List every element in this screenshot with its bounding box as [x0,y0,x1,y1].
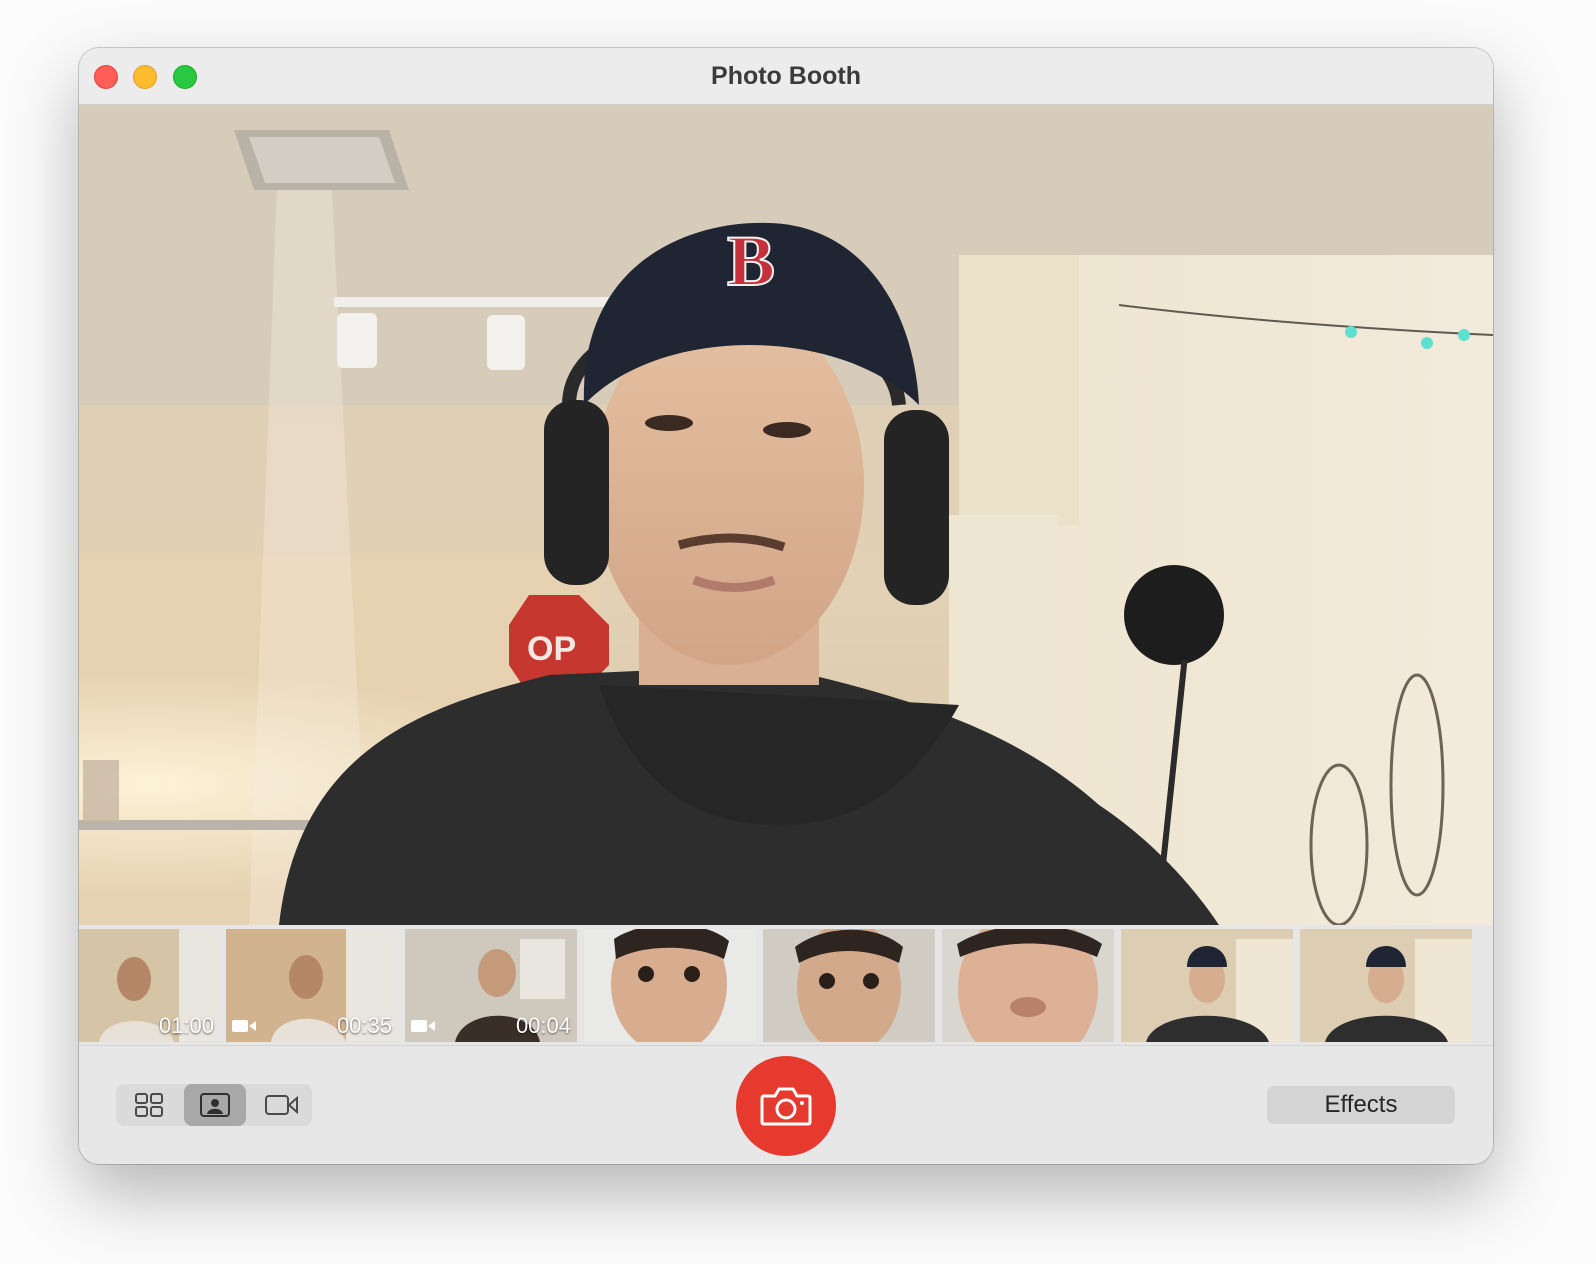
video-mode-button[interactable] [250,1084,312,1126]
camera-preview: OP B [79,105,1493,925]
camera-preview-image: OP B [79,105,1493,925]
four-up-grid-icon [135,1093,163,1117]
photo-booth-window: Photo Booth OP B 01:00 00:35 00:04 Effec… [79,48,1493,1164]
stop-sign-text: OP [527,630,576,668]
window-title: Photo Booth [711,62,861,90]
video-badge-icon [232,1019,256,1033]
single-photo-icon [200,1093,230,1117]
single-photo-button[interactable] [184,1084,246,1126]
thumbnail[interactable]: 00:04 [405,929,577,1042]
thumbnail[interactable] [1121,929,1293,1042]
thumbnail[interactable] [1300,929,1472,1042]
thumbnail[interactable] [584,929,756,1042]
thumbnail[interactable] [942,929,1114,1042]
cap-logo: B [727,221,775,301]
view-mode-control [116,1084,312,1126]
thumbnail-image [763,929,935,1042]
title-bar: Photo Booth [79,48,1493,105]
effects-button[interactable]: Effects [1267,1086,1455,1124]
thumbnail-duration: 00:04 [515,1013,571,1038]
four-up-grid-button[interactable] [118,1084,180,1126]
video-camera-icon [265,1095,298,1115]
thumbnail-image [942,929,1114,1042]
take-photo-button[interactable] [736,1056,836,1156]
thumbnail[interactable]: 01:00 [79,929,220,1042]
filmstrip: 01:00 00:35 00:04 [79,925,1493,1046]
thumbnail-image [1300,929,1472,1042]
thumbnail-image [584,929,756,1042]
video-badge-icon [411,1019,435,1033]
thumbnail[interactable] [763,929,935,1042]
bottom-toolbar: Effects [79,1046,1493,1164]
camera-icon [760,1087,812,1126]
thumbnail-duration: 00:35 [336,1013,392,1038]
thumbnail[interactable]: 00:35 [226,929,398,1042]
thumbnail-image [1121,929,1293,1042]
thumbnail-duration: 01:00 [158,1013,214,1038]
